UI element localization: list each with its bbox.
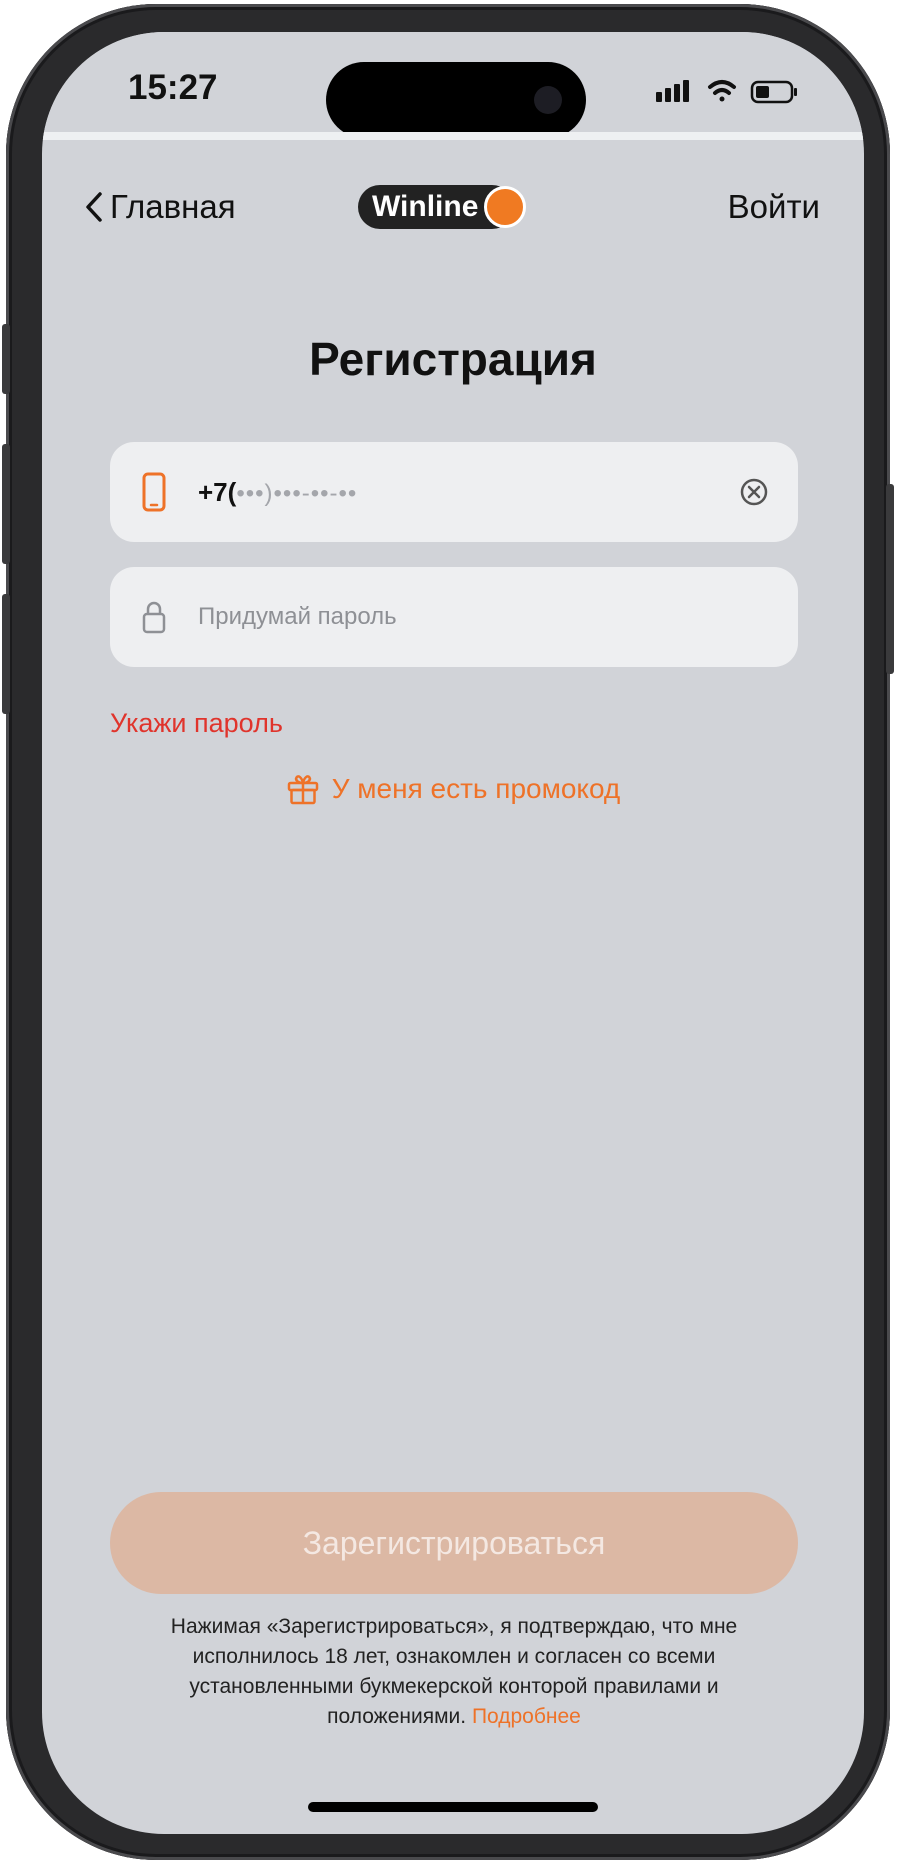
navbar: Главная Winline Войти	[42, 172, 864, 242]
status-separator	[42, 132, 864, 140]
volume-down-button	[2, 594, 10, 714]
phone-prefix: +7(	[198, 477, 237, 507]
volume-up-button	[2, 444, 10, 564]
promo-label: У меня есть промокод	[331, 773, 621, 804]
winline-logo: Winline	[358, 185, 527, 229]
action-button	[2, 324, 10, 394]
smartphone-icon	[142, 472, 166, 512]
status-time: 15:27	[128, 68, 218, 107]
home-indicator[interactable]	[308, 1802, 598, 1812]
lock-icon	[142, 601, 166, 634]
promo-code-link[interactable]: У меня есть промокод	[42, 772, 864, 806]
camera	[534, 86, 562, 114]
wifi-icon	[708, 80, 736, 102]
page-title: Регистрация	[309, 333, 597, 385]
battery-icon	[750, 80, 797, 104]
logo-dot	[484, 186, 527, 228]
screen: 15:27 Главная Winline Войти Регистрация …	[42, 32, 864, 1834]
gift-icon	[287, 775, 318, 805]
power-button	[886, 484, 894, 674]
phone-frame: 15:27 Главная Winline Войти Регистрация …	[2, 4, 894, 1860]
status-bar: 15:27	[42, 32, 864, 140]
signal-icon	[656, 80, 689, 102]
phone-input[interactable]: +7(•••)•••-••-••	[198, 442, 357, 542]
disclaimer: Нажимая «Зарегистрироваться», я подтверж…	[152, 1612, 756, 1732]
dynamic-island	[326, 62, 586, 138]
details-link[interactable]: Подробнее	[472, 1705, 581, 1728]
status-icons	[656, 78, 806, 108]
login-button[interactable]: Войти	[728, 172, 820, 242]
phone-mask: •••)•••-••-••	[236, 480, 358, 507]
chevron-left-icon	[86, 192, 102, 222]
password-field[interactable]: Придумай пароль	[110, 567, 798, 667]
disclaimer-text: Нажимая «Зарегистрироваться», я подтверж…	[170, 1615, 738, 1728]
password-input[interactable]: Придумай пароль	[198, 567, 397, 667]
clear-circle-icon[interactable]	[740, 478, 768, 506]
phone-field[interactable]: +7(•••)•••-••-••	[110, 442, 798, 542]
register-button[interactable]: Зарегистрироваться	[110, 1492, 798, 1594]
password-error: Укажи пароль	[110, 708, 283, 738]
back-label: Главная	[110, 188, 236, 225]
back-button[interactable]: Главная	[84, 172, 236, 242]
